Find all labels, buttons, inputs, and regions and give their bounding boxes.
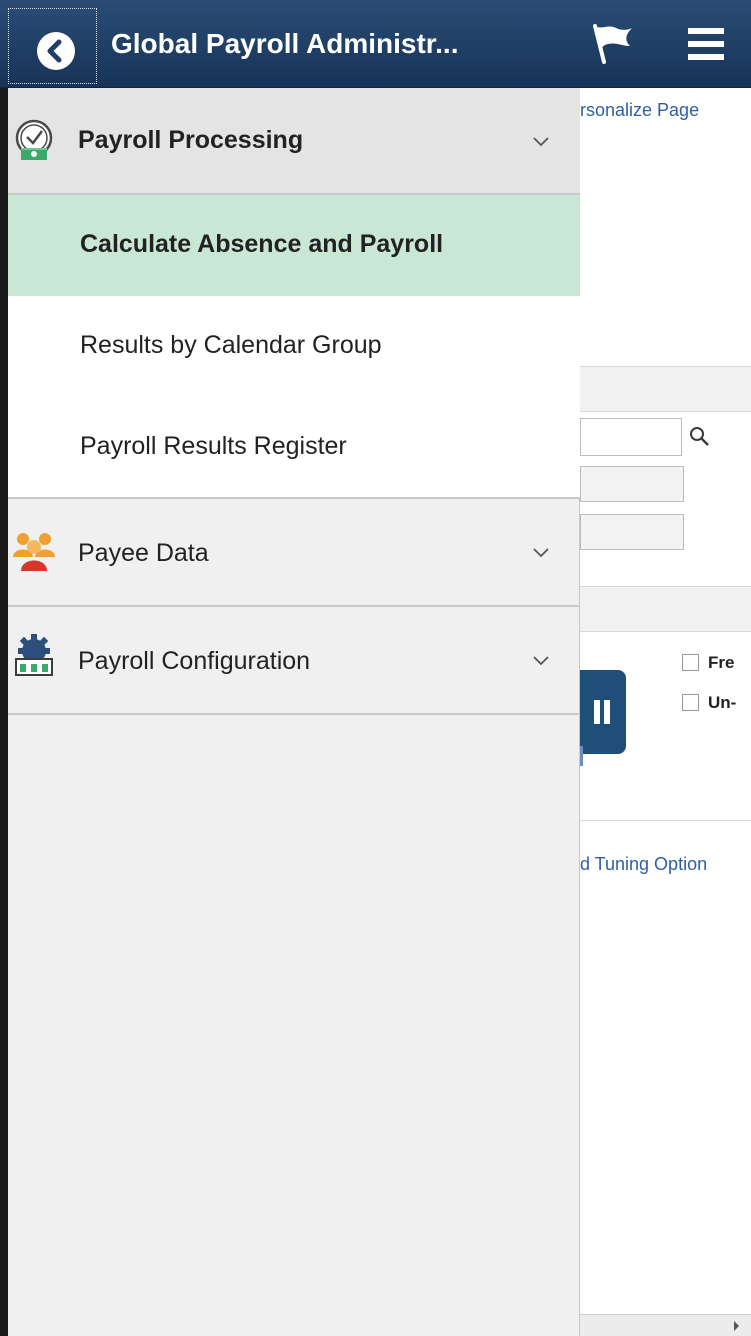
chevron-left-icon: [37, 32, 75, 70]
app-header: Global Payroll Administr...: [0, 0, 751, 88]
flag-button[interactable]: [590, 22, 636, 66]
hamburger-menu-icon: [688, 28, 724, 60]
pause-icon-bar: [604, 700, 610, 724]
navigation-panel: Payroll Processing Calculate Absence and…: [0, 88, 580, 1336]
scroll-right-arrow-icon[interactable]: [734, 1321, 739, 1331]
nav-item-results-by-calendar-group[interactable]: Results by Calendar Group: [8, 296, 580, 397]
nav-item-label: Results by Calendar Group: [80, 331, 382, 359]
page-title: Global Payroll Administr...: [111, 28, 459, 59]
background-section-band: [580, 586, 751, 632]
flag-icon: [593, 24, 632, 64]
chevron-down-icon: [533, 137, 549, 147]
nav-section-payroll-processing[interactable]: Payroll Processing: [8, 88, 580, 195]
chevron-down-icon: [533, 656, 549, 666]
nav-section-label: Payee Data: [78, 539, 209, 567]
back-button[interactable]: [8, 8, 97, 84]
payroll-config-gear-icon: [15, 634, 53, 676]
nav-section-label: Payroll Configuration: [78, 647, 311, 675]
background-divider: [580, 820, 751, 821]
payee-people-icon: [13, 533, 55, 571]
background-checkbox[interactable]: [682, 694, 699, 711]
background-checkbox-label: Fre: [708, 653, 735, 672]
nav-section-label: Payroll Processing: [78, 126, 304, 154]
nav-item-label: Calculate Absence and Payroll: [80, 230, 444, 258]
nav-section-payee-data[interactable]: Payee Data: [8, 499, 580, 607]
background-lookup-input[interactable]: [580, 418, 682, 456]
nav-item-payroll-results-register[interactable]: Payroll Results Register: [8, 397, 580, 499]
pause-button[interactable]: [580, 670, 626, 754]
nav-item-calculate-absence-and-payroll[interactable]: Calculate Absence and Payroll: [8, 195, 580, 296]
search-icon[interactable]: [688, 425, 712, 449]
nav-section-payroll-configuration[interactable]: Payroll Configuration: [8, 607, 580, 715]
background-readonly-field: [580, 466, 684, 502]
background-page: rsonalize Page Fre Un- d Tuning Option: [580, 88, 751, 1336]
pause-icon: [594, 700, 600, 724]
background-section-band: [580, 366, 751, 412]
background-accent: [580, 746, 583, 766]
background-checkbox-label: Un-: [708, 693, 737, 712]
background-readonly-field: [580, 514, 684, 550]
horizontal-scrollbar[interactable]: [580, 1314, 751, 1336]
personalize-page-link[interactable]: rsonalize Page: [580, 100, 699, 121]
tuning-options-link[interactable]: d Tuning Option: [580, 854, 707, 875]
chevron-down-icon: [533, 548, 549, 558]
payroll-processing-icon: [15, 119, 53, 160]
background-checkbox[interactable]: [682, 654, 699, 671]
navbar-menu-button[interactable]: [684, 26, 728, 62]
nav-item-label: Payroll Results Register: [80, 432, 347, 460]
